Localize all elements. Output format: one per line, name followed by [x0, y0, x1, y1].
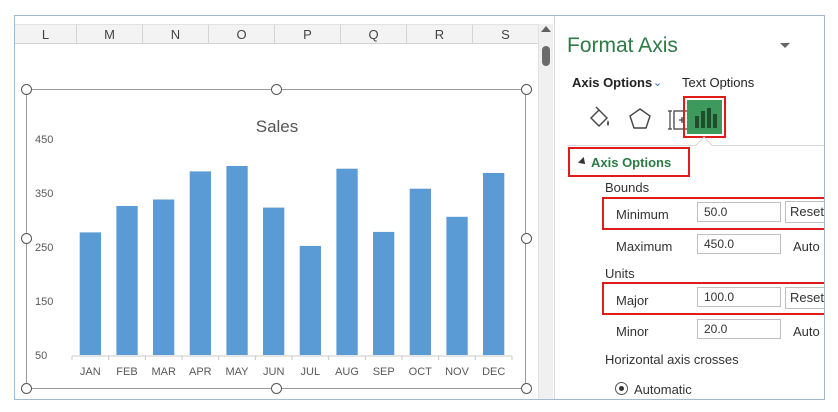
bounds-label: Bounds	[605, 180, 650, 195]
chart-plot: Sales 50 150 250 350 450 JAN FEB MAR APR MAY JUN JUL…	[35, 117, 513, 378]
pane-divider-notch	[695, 136, 713, 154]
x-tick-label: SEP	[373, 366, 395, 378]
bar-may[interactable]	[226, 166, 248, 355]
scroll-up-arrow-icon[interactable]	[541, 26, 551, 32]
horizontal-axis-crosses-label: Horizontal axis crosses	[605, 352, 739, 367]
section-axis-options[interactable]: Axis Options	[591, 155, 671, 170]
scrollbar-thumb[interactable]	[542, 46, 550, 66]
minor-field[interactable]: 20.0	[697, 319, 781, 339]
bar-aug[interactable]	[336, 168, 358, 355]
chart-resize-handle-bottom-right[interactable]	[521, 383, 532, 394]
minor-label: Minor	[616, 324, 649, 339]
x-tick-label: FEB	[116, 366, 137, 378]
column-header-row: L M N O P Q R S	[15, 24, 538, 44]
bar-dec[interactable]	[483, 173, 505, 355]
x-tick-label: APR	[189, 366, 212, 378]
column-header-l[interactable]: L	[15, 25, 77, 44]
format-axis-pane: Format Axis Axis Options ⌄ Text Options	[554, 16, 824, 399]
chevron-down-icon[interactable]: ⌄	[653, 76, 662, 89]
x-tick-label: MAY	[225, 366, 249, 378]
column-header-q[interactable]: Q	[341, 25, 407, 44]
fill-line-icon[interactable]	[585, 104, 615, 134]
minimum-reset-button[interactable]: Reset	[785, 201, 824, 223]
bar-jun[interactable]	[263, 207, 285, 355]
major-field[interactable]: 100.0	[697, 287, 781, 307]
x-tick-label: MAR	[151, 366, 176, 378]
automatic-radio-label[interactable]: Automatic	[634, 382, 692, 397]
column-header-p[interactable]: P	[275, 25, 341, 44]
chart-resize-handle-top[interactable]	[271, 84, 282, 95]
chart-title[interactable]: Sales	[256, 117, 299, 136]
column-header-r[interactable]: R	[407, 25, 473, 44]
tab-axis-options[interactable]: Axis Options	[572, 75, 652, 90]
bar-nov[interactable]	[446, 216, 468, 355]
x-tick-label: DEC	[482, 366, 505, 378]
window-frame: L M N O P Q R S Sales 50 150 250 350 450 JAN FE…	[14, 15, 825, 400]
chart-resize-handle-right[interactable]	[521, 233, 532, 244]
minor-auto-label[interactable]: Auto	[793, 324, 820, 339]
chart-resize-handle-top-right[interactable]	[521, 84, 532, 95]
y-tick-label: 250	[35, 242, 53, 254]
major-reset-button[interactable]: Reset	[785, 287, 824, 309]
bar-feb[interactable]	[116, 206, 138, 355]
vertical-scrollbar[interactable]	[538, 24, 553, 399]
major-label: Major	[616, 293, 649, 308]
worksheet-area: L M N O P Q R S Sales 50 150 250 350 450 JAN FE…	[15, 16, 538, 399]
x-tick-label: AUG	[335, 366, 359, 378]
effects-icon[interactable]	[625, 104, 655, 134]
bar-sep[interactable]	[373, 231, 395, 355]
bar-jul[interactable]	[299, 245, 321, 355]
chart-resize-handle-bottom-left[interactable]	[21, 383, 32, 394]
pane-options-dropdown-icon[interactable]	[780, 43, 790, 48]
column-header-o[interactable]: O	[209, 25, 275, 44]
x-tick-label: OCT	[409, 366, 433, 378]
column-header-n[interactable]: N	[143, 25, 209, 44]
x-tick-label: JAN	[80, 366, 101, 378]
maximum-label: Maximum	[616, 239, 673, 254]
bar-oct[interactable]	[409, 188, 431, 355]
bar-apr[interactable]	[189, 171, 211, 355]
tab-text-options[interactable]: Text Options	[682, 75, 754, 90]
x-tick-label: JUL	[301, 366, 321, 378]
y-tick-label: 50	[35, 350, 47, 362]
y-tick-label: 450	[35, 134, 53, 146]
y-tick-label: 150	[35, 296, 53, 308]
pane-title: Format Axis	[567, 34, 678, 57]
chart-resize-handle-bottom[interactable]	[271, 383, 282, 394]
chart-resize-handle-left[interactable]	[21, 233, 32, 244]
y-tick-label: 350	[35, 188, 53, 200]
maximum-field[interactable]: 450.0	[697, 234, 781, 254]
units-label: Units	[605, 266, 635, 281]
automatic-radio[interactable]	[615, 382, 628, 395]
bar-jan[interactable]	[79, 232, 101, 355]
chart-resize-handle-top-left[interactable]	[21, 84, 32, 95]
x-tick-label: NOV	[445, 366, 470, 378]
bar-mar[interactable]	[153, 199, 175, 356]
column-header-m[interactable]: M	[77, 25, 143, 44]
axis-options-icon-highlight	[683, 96, 726, 138]
column-header-s[interactable]: S	[473, 25, 538, 44]
maximum-auto-label[interactable]: Auto	[793, 239, 820, 254]
minimum-field[interactable]: 50.0	[697, 202, 781, 222]
minimum-label: Minimum	[616, 207, 669, 222]
x-tick-label: JUN	[263, 366, 284, 378]
sales-chart[interactable]: Sales 50 150 250 350 450 JAN FEB MAR APR MAY JUN JUL…	[26, 89, 526, 389]
